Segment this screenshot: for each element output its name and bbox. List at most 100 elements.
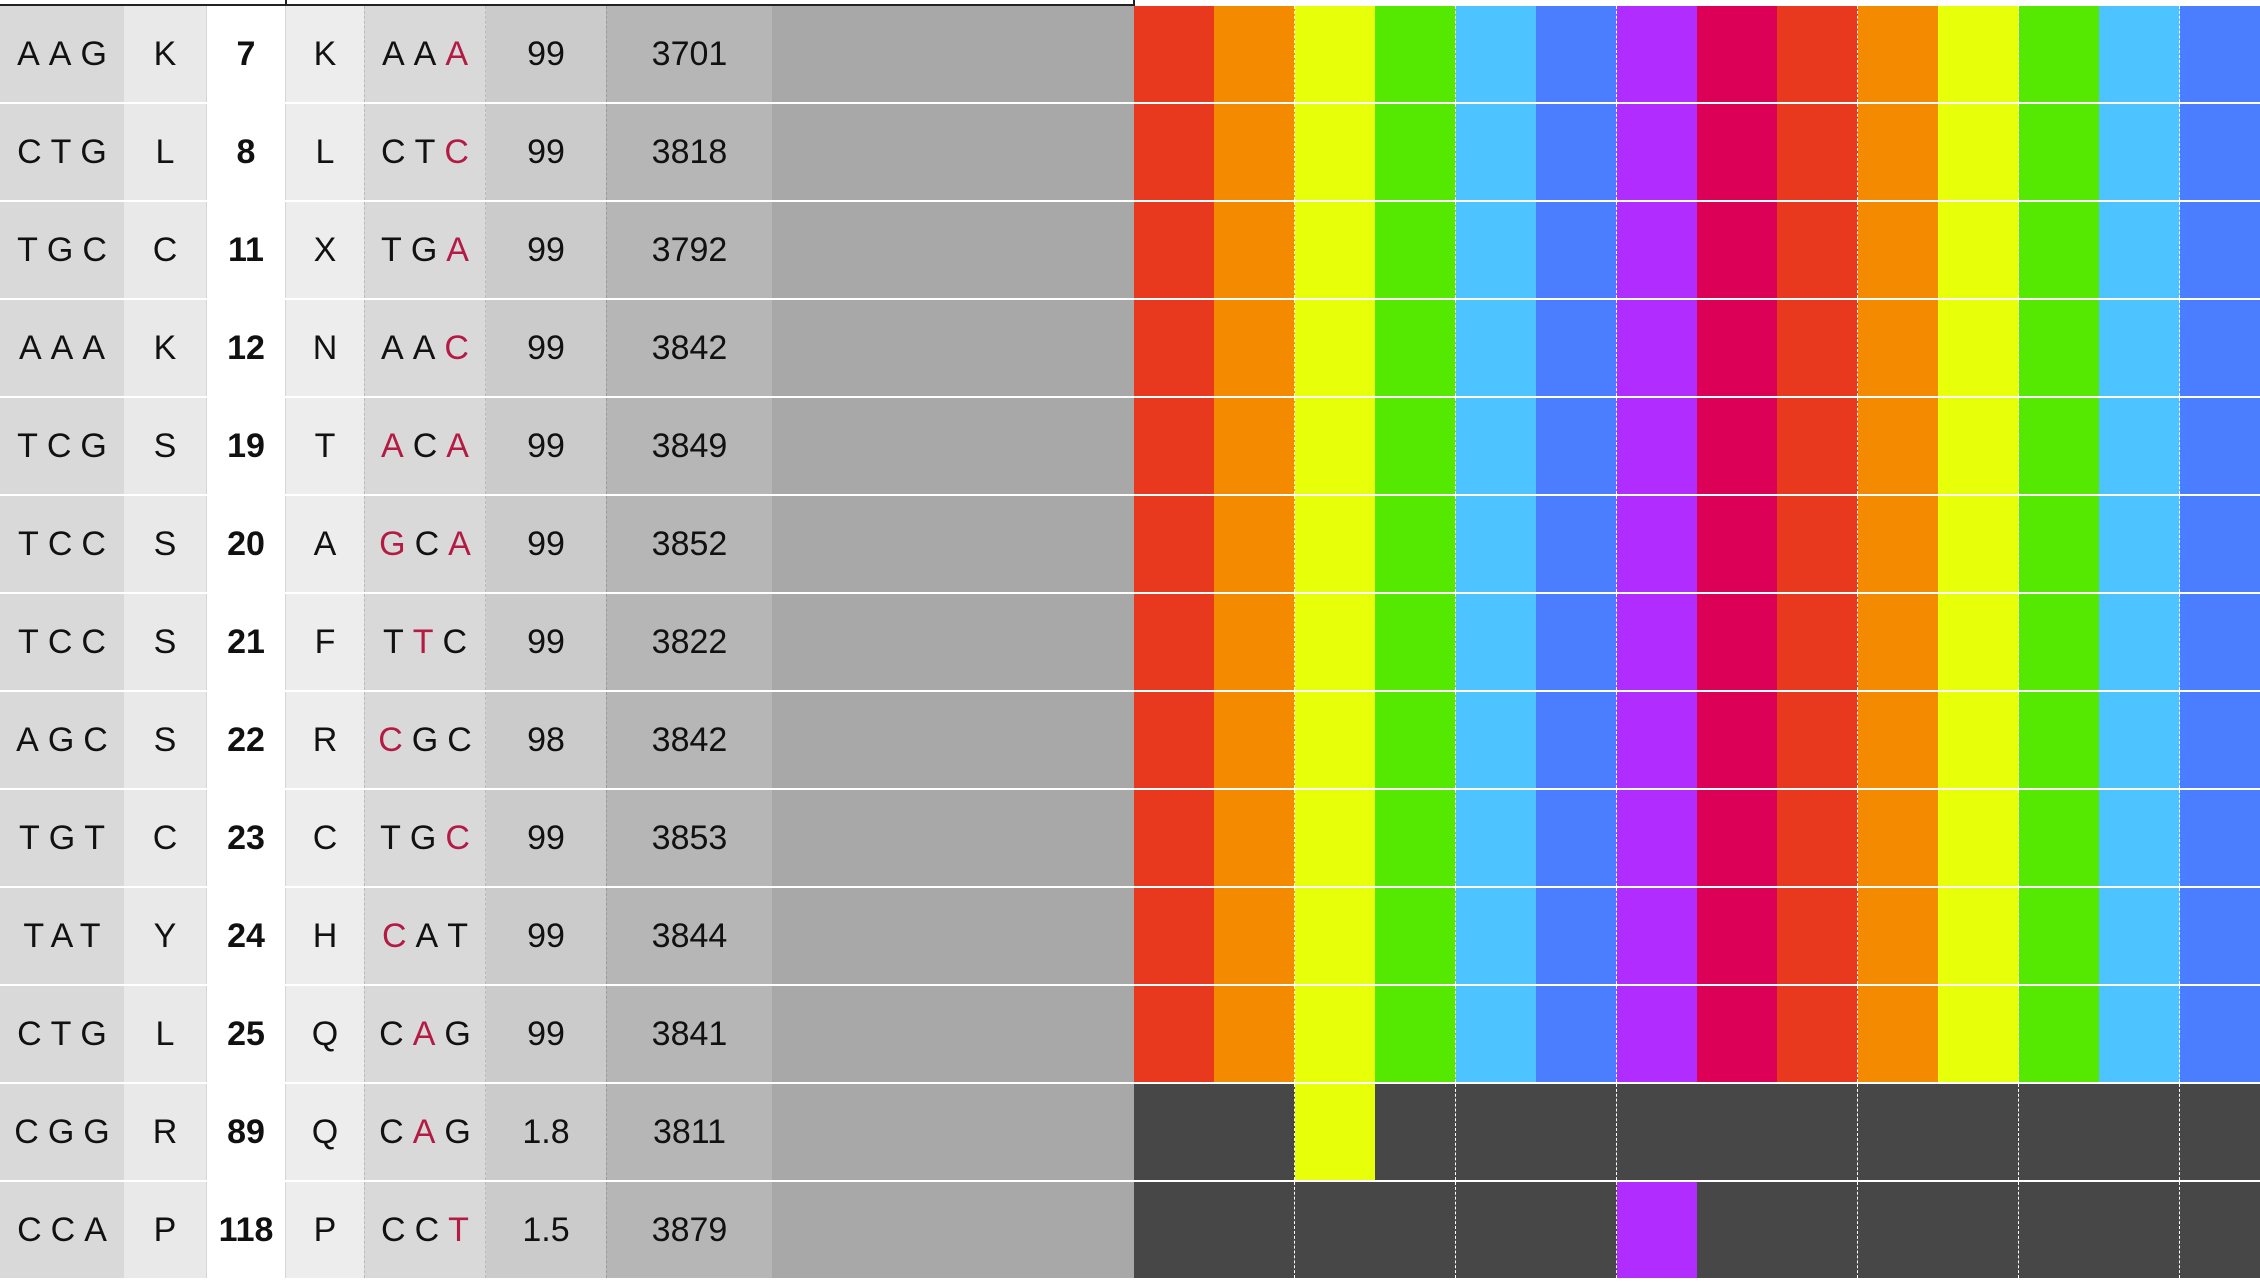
color-swatch[interactable] [1697,1182,1778,1278]
color-swatch[interactable] [2018,6,2100,102]
color-swatch[interactable] [2179,104,2260,200]
color-swatch[interactable] [2179,398,2260,494]
color-swatch[interactable] [1697,6,1778,102]
table-row[interactable]: CTG L 8 L CTC 99 3818 [0,104,2260,200]
table-row[interactable]: TAT Y 24 H CAT 99 3844 [0,888,2260,984]
color-swatch[interactable] [1134,888,1215,984]
color-swatch[interactable] [1938,300,2020,396]
color-swatch[interactable] [1938,398,2020,494]
color-swatch[interactable] [2018,202,2100,298]
color-swatch[interactable] [1857,202,1939,298]
color-swatch[interactable] [1857,398,1939,494]
color-swatch[interactable] [1697,300,1778,396]
color-swatch[interactable] [1777,1084,1859,1180]
color-swatch[interactable] [1294,986,1376,1082]
color-swatch[interactable] [2099,300,2181,396]
color-swatch[interactable] [1938,104,2020,200]
color-swatch[interactable] [2179,594,2260,690]
color-swatch[interactable] [1375,594,1457,690]
color-swatch[interactable] [1938,594,2020,690]
color-swatch[interactable] [1214,888,1296,984]
color-swatch[interactable] [2179,300,2260,396]
color-swatch[interactable] [2099,594,2181,690]
color-swatch[interactable] [1616,6,1698,102]
table-row[interactable]: TCC S 21 F TTC 99 3822 [0,594,2260,690]
color-swatch[interactable] [2018,594,2100,690]
color-swatch[interactable] [1857,986,1939,1082]
color-swatch[interactable] [1375,202,1457,298]
table-row[interactable]: TGC C 11 X TGA 99 3792 [0,202,2260,298]
color-swatch[interactable] [2018,986,2100,1082]
color-swatch[interactable] [1697,986,1778,1082]
color-swatch[interactable] [1536,202,1618,298]
color-swatch[interactable] [1214,790,1296,886]
color-swatch[interactable] [1214,202,1296,298]
color-swatch[interactable] [1697,496,1778,592]
color-swatch[interactable] [1214,986,1296,1082]
color-swatch[interactable] [1777,1182,1859,1278]
color-swatch[interactable] [1857,594,1939,690]
color-swatch[interactable] [1777,496,1859,592]
color-swatch[interactable] [2099,986,2181,1082]
color-swatch[interactable] [1134,594,1215,690]
table-row[interactable]: AGC S 22 R CGC 98 3842 [0,692,2260,788]
color-swatch[interactable] [1375,790,1457,886]
color-swatch[interactable] [2018,496,2100,592]
color-swatch[interactable] [1134,104,1215,200]
color-swatch[interactable] [1214,104,1296,200]
color-swatch[interactable] [1294,888,1376,984]
color-swatch[interactable] [1294,790,1376,886]
color-swatch[interactable] [1294,6,1376,102]
color-swatch[interactable] [1938,790,2020,886]
color-swatch[interactable] [1375,1182,1457,1278]
table-row[interactable]: AAA K 12 N AAC 99 3842 [0,300,2260,396]
color-swatch[interactable] [1777,202,1859,298]
color-swatch[interactable] [2179,692,2260,788]
color-swatch[interactable] [2179,790,2260,886]
color-swatch[interactable] [1294,104,1376,200]
color-swatch[interactable] [1375,398,1457,494]
color-swatch[interactable] [1697,692,1778,788]
color-swatch[interactable] [1455,888,1537,984]
color-swatch[interactable] [1455,398,1537,494]
color-swatch[interactable] [1616,692,1698,788]
color-swatch[interactable] [1214,1182,1296,1278]
color-swatch[interactable] [1214,1084,1296,1180]
color-swatch[interactable] [1294,692,1376,788]
color-swatch[interactable] [2099,888,2181,984]
color-swatch[interactable] [1134,6,1215,102]
color-swatch[interactable] [1777,888,1859,984]
color-swatch[interactable] [1938,692,2020,788]
color-swatch[interactable] [1455,986,1537,1082]
color-swatch[interactable] [1697,1084,1778,1180]
color-swatch[interactable] [1777,398,1859,494]
color-swatch[interactable] [2179,888,2260,984]
color-swatch[interactable] [1857,692,1939,788]
color-swatch[interactable] [1536,300,1618,396]
color-swatch[interactable] [1857,1182,1939,1278]
color-swatch[interactable] [1536,888,1618,984]
color-swatch[interactable] [1616,986,1698,1082]
color-swatch[interactable] [1616,888,1698,984]
color-swatch[interactable] [1616,398,1698,494]
color-swatch[interactable] [1134,790,1215,886]
color-swatch[interactable] [1697,888,1778,984]
color-swatch[interactable] [1134,1182,1215,1278]
color-swatch[interactable] [1938,496,2020,592]
color-swatch[interactable] [1455,594,1537,690]
color-swatch[interactable] [1455,1084,1537,1180]
color-swatch[interactable] [1455,1182,1537,1278]
color-swatch[interactable] [2099,202,2181,298]
color-swatch[interactable] [1536,104,1618,200]
color-swatch[interactable] [1777,300,1859,396]
color-swatch[interactable] [1455,104,1537,200]
table-row[interactable]: CCA P 118 P CCT 1.5 3879 [0,1182,2260,1278]
color-swatch[interactable] [1938,986,2020,1082]
table-row[interactable]: CGG R 89 Q CAG 1.8 3811 [0,1084,2260,1180]
color-swatch[interactable] [1938,202,2020,298]
color-swatch[interactable] [1777,692,1859,788]
color-swatch[interactable] [2099,6,2181,102]
color-swatch[interactable] [1294,202,1376,298]
color-swatch[interactable] [1375,6,1457,102]
table-row[interactable]: TGT C 23 C TGC 99 3853 [0,790,2260,886]
